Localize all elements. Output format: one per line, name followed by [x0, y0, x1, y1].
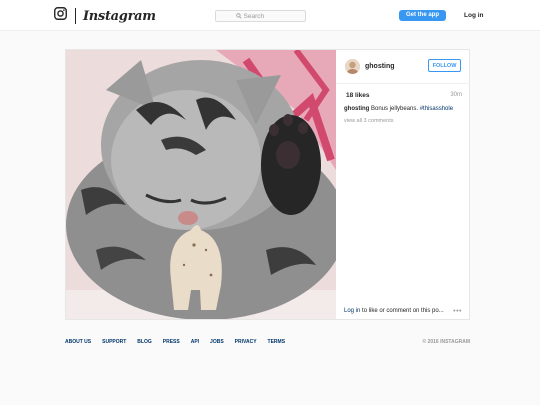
- likes-count[interactable]: 18 likes: [346, 92, 370, 99]
- footer-link-support[interactable]: SUPPORT: [102, 339, 126, 345]
- post-photo[interactable]: [66, 50, 336, 319]
- comment-prompt: Log in to like or comment on this po...: [344, 308, 462, 314]
- more-options-icon[interactable]: •••: [453, 308, 462, 315]
- footer-link-blog[interactable]: BLOG: [137, 339, 151, 345]
- view-all-comments-link[interactable]: view all 3 comments: [344, 118, 394, 124]
- post-sidebar: ghosting FOLLOW 18 likes 30m ghosting Bo…: [336, 50, 470, 319]
- search-input[interactable]: [243, 12, 286, 20]
- footer-link-press[interactable]: PRESS: [163, 339, 180, 345]
- comment-prompt-text: to like or comment on this po...: [360, 308, 444, 314]
- footer-link-privacy[interactable]: PRIVACY: [235, 339, 257, 345]
- post-timestamp[interactable]: 30m: [450, 92, 462, 98]
- brand-separator: [75, 8, 76, 24]
- login-link[interactable]: Log in: [464, 12, 484, 19]
- get-the-app-button[interactable]: Get the app: [399, 10, 446, 21]
- caption-hashtag[interactable]: #thisasshole: [420, 106, 453, 112]
- footer-link-terms[interactable]: TERMS: [268, 339, 286, 345]
- footer-link-about-us[interactable]: ABOUT US: [65, 339, 91, 345]
- search-box[interactable]: [215, 10, 306, 22]
- instagram-wordmark[interactable]: Instagram: [83, 9, 156, 24]
- caption-username[interactable]: ghosting: [344, 106, 369, 112]
- cat-photo-illustration: [66, 50, 336, 319]
- post-card: ghosting FOLLOW 18 likes 30m ghosting Bo…: [65, 49, 470, 320]
- instagram-camera-icon[interactable]: [54, 7, 67, 25]
- post-header: ghosting FOLLOW: [336, 50, 470, 84]
- caption-text: Bonus jellybeans.: [369, 106, 420, 112]
- footer-link-api[interactable]: API: [191, 339, 199, 345]
- post-caption: ghosting Bonus jellybeans. #thisasshole: [344, 105, 464, 113]
- top-navigation-bar: Instagram Get the app Log in: [0, 0, 540, 31]
- footer-links: ABOUT US SUPPORT BLOG PRESS API JOBS PRI…: [65, 339, 285, 345]
- comment-login-link[interactable]: Log in: [344, 308, 360, 314]
- footer-link-jobs[interactable]: JOBS: [210, 339, 224, 345]
- footer: ABOUT US SUPPORT BLOG PRESS API JOBS PRI…: [65, 339, 470, 345]
- brand[interactable]: Instagram: [54, 7, 156, 25]
- post-username[interactable]: ghosting: [365, 63, 395, 70]
- follow-button[interactable]: FOLLOW: [428, 59, 461, 72]
- search-icon: [235, 13, 242, 19]
- copyright: © 2016 INSTAGRAM: [422, 339, 471, 345]
- avatar[interactable]: [345, 59, 360, 74]
